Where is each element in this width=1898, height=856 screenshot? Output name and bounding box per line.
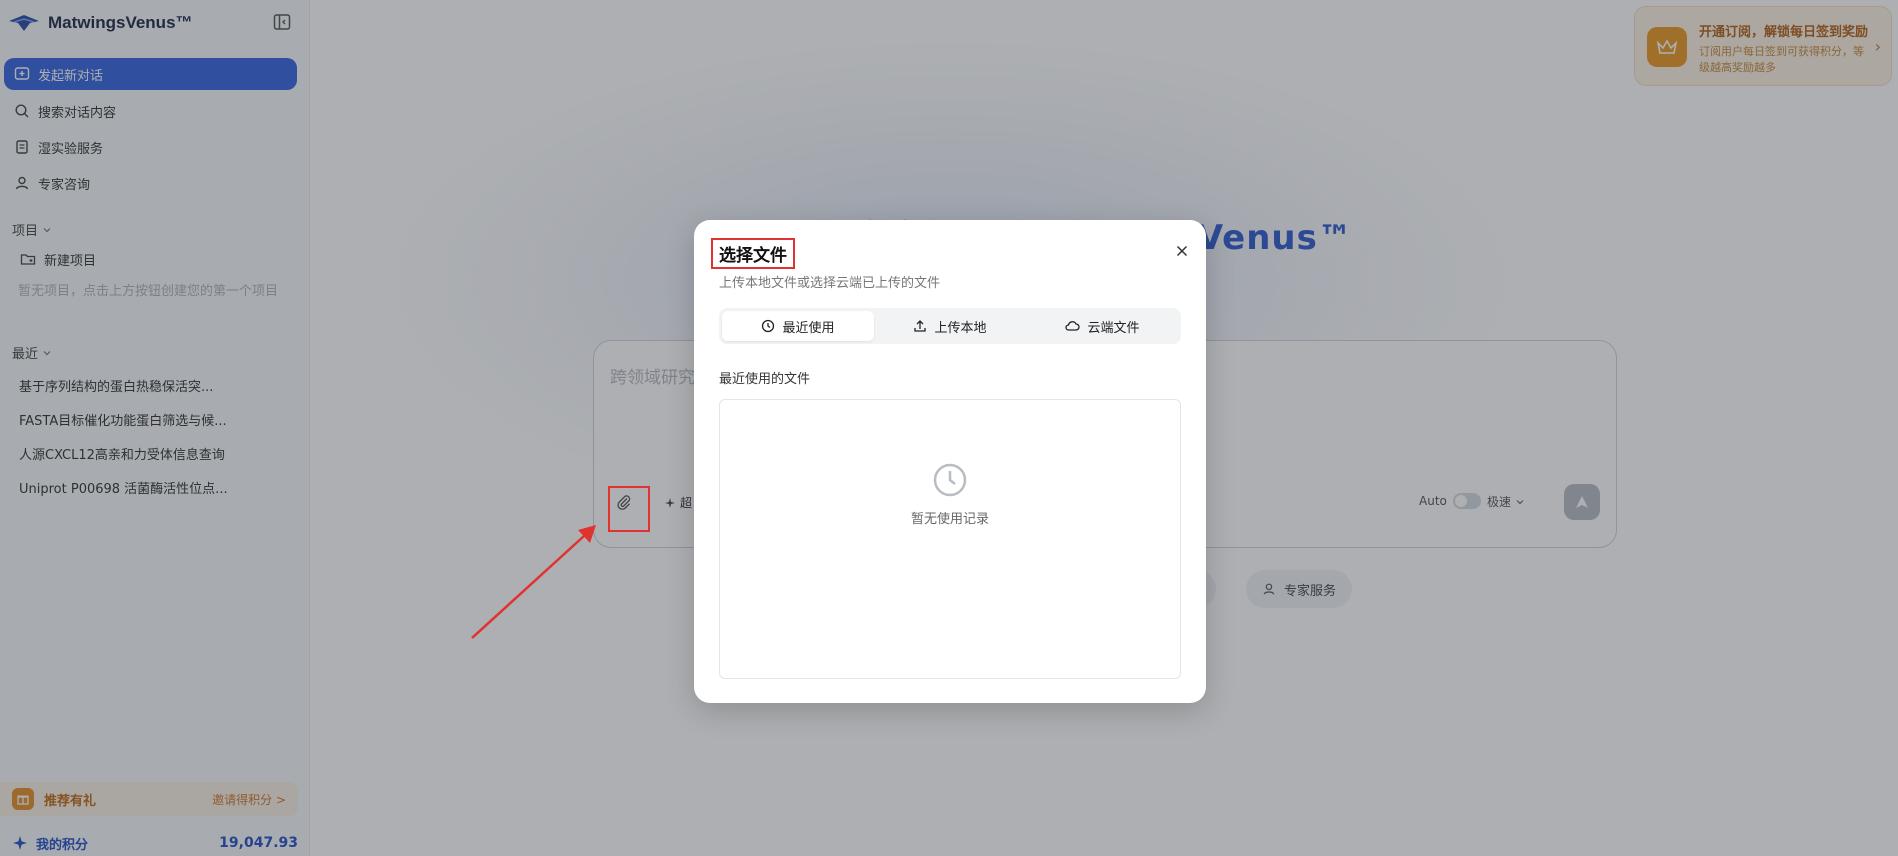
annotation-arrow: [471, 525, 596, 639]
